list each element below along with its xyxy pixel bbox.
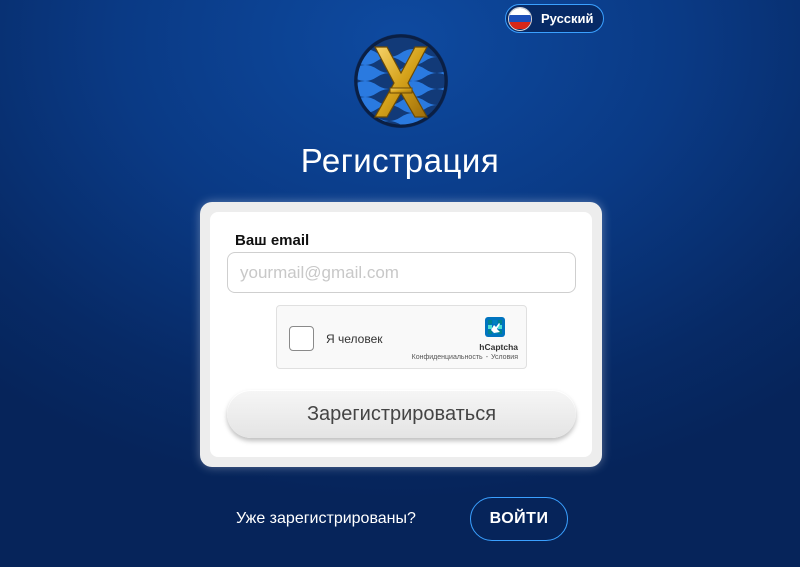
page-title: Регистрация [300,142,500,179]
captcha-separator: - [485,354,489,361]
registration-form: Ваш email Я человек hCaptcha Конфиденциа… [210,212,592,457]
language-selector[interactable]: Русский [505,4,604,33]
language-label: Русский [541,11,594,26]
email-label: Ваш email [235,232,310,249]
russia-flag-icon [508,6,532,31]
captcha-brand: hCaptcha [479,342,518,352]
captcha-label: Я человек [326,332,383,346]
logo-emblem-icon [354,34,448,128]
login-button[interactable]: ВОЙТИ [470,497,568,541]
captcha-checkbox[interactable] [289,326,314,351]
registration-card: Ваш email Я человек hCaptcha Конфиденциа… [200,202,602,467]
email-field[interactable] [227,252,576,293]
already-registered-text: Уже зарегистрированы? [236,510,416,527]
captcha-privacy-link[interactable]: Конфиденциальность [412,354,483,361]
captcha-links: Конфиденциальность - Условия [412,354,518,361]
hcaptcha-logo-icon [485,317,505,337]
register-button[interactable]: Зарегистрироваться [227,390,576,438]
captcha-terms-link[interactable]: Условия [491,354,518,361]
hcaptcha-widget: Я человек hCaptcha Конфиденциальность - … [276,305,527,369]
